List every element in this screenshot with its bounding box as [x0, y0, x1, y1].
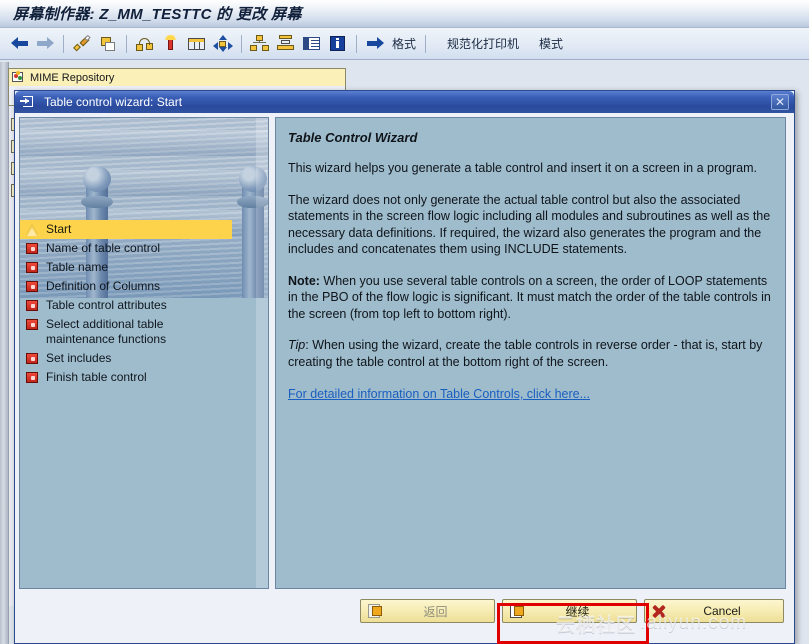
wizard-paragraph-2: The wizard does not only generate the ac… — [288, 192, 771, 257]
tab-mime-repository[interactable]: MIME Repository — [8, 68, 346, 86]
wizard-heading: Table Control Wizard — [288, 130, 418, 145]
dialog-button-row: 返回 继续 Cancel — [353, 599, 784, 623]
wizard-note-label: Note: — [288, 273, 320, 288]
wizard-note: Note: When you use several table control… — [288, 273, 774, 323]
wizard-step-label: Table control attributes — [46, 298, 167, 312]
mime-repository-icon — [12, 71, 26, 84]
close-icon[interactable]: ✕ — [771, 94, 789, 110]
background-window-rail — [0, 62, 9, 644]
dialog-footer: 返回 继续 Cancel — [19, 591, 792, 641]
wizard-step-item[interactable]: Table name — [20, 258, 248, 277]
wizard-step-label: Finish table control — [46, 370, 147, 384]
dialog-content: Start Name of table control Table name Defi… — [19, 117, 792, 589]
wizard-step-item[interactable]: Select additional table maintenance func… — [20, 315, 248, 349]
wizard-step-label: Table name — [46, 260, 109, 274]
wizard-step-item[interactable]: Set includes — [20, 349, 248, 368]
wizard-step-item[interactable]: Definition of Columns — [20, 277, 248, 296]
continue-button[interactable]: 继续 — [502, 599, 637, 623]
toolbar-printer-label[interactable]: 规范化打印机 — [443, 35, 523, 52]
table-control-icon[interactable] — [184, 32, 210, 56]
wizard-step-item[interactable]: Table control attributes — [20, 296, 248, 315]
wizard-tip: Tip: When using the wizard, create the t… — [288, 337, 774, 370]
pending-step-square-icon — [26, 242, 39, 255]
back-button[interactable]: 返回 — [360, 599, 495, 623]
wizard-pane-scrollbar[interactable] — [256, 118, 268, 588]
back-arrow-icon[interactable] — [6, 32, 32, 56]
wizard-steps-pane: Start Name of table control Table name Defi… — [19, 117, 269, 589]
pending-step-square-icon — [26, 261, 39, 274]
toolbar-separator — [63, 34, 64, 53]
wizard-step-item[interactable]: Finish table control — [20, 368, 248, 387]
tab-mime-repository-label: MIME Repository — [30, 71, 115, 84]
dialog-window-icon — [20, 96, 37, 108]
pending-step-square-icon — [26, 280, 39, 293]
wizard-step-label: Start — [46, 222, 72, 236]
forward-arrow-icon[interactable] — [32, 32, 58, 56]
table-controls-help-link[interactable]: For detailed information on Table Contro… — [288, 387, 590, 401]
app-toolbar: 格式 规范化打印机 模式 — [0, 28, 809, 60]
back-button-label: 返回 — [423, 604, 448, 619]
toolbar-mode-label[interactable]: 模式 — [535, 35, 567, 52]
continue-button-label: 继续 — [565, 604, 590, 619]
wizard-step-label: Set includes — [46, 351, 112, 365]
pending-step-square-icon — [26, 318, 39, 331]
wizard-step-item[interactable]: Name of table control — [20, 239, 248, 258]
flow-logic-icon[interactable] — [132, 32, 158, 56]
wizard-step-label: Name of table control — [46, 241, 161, 255]
pending-step-square-icon — [26, 299, 39, 312]
wizard-step-item[interactable]: Start — [20, 220, 232, 239]
pending-step-square-icon — [26, 371, 39, 384]
cancel-x-icon — [651, 604, 667, 619]
continue-document-icon — [509, 603, 525, 619]
info-icon[interactable] — [325, 32, 351, 56]
lamp-icon[interactable] — [158, 32, 184, 56]
wizard-step-list: Start Name of table control Table name Defi… — [20, 220, 248, 387]
table-control-wizard-dialog: Table control wizard: Start ✕ Start Name … — [14, 90, 795, 644]
arrange-arrows-icon[interactable] — [210, 32, 236, 56]
page-title: 屏幕制作器: Z_MM_TESTTC 的 更改 屏幕 — [13, 6, 302, 23]
grid-icon[interactable] — [299, 32, 325, 56]
wizard-paragraph-1: This wizard helps you generate a table c… — [288, 161, 758, 175]
screen-root: 屏幕制作器: Z_MM_TESTTC 的 更改 屏幕 格式 规范化打印机 模式 … — [0, 0, 809, 644]
wizard-note-text: When you use several table controls on a… — [288, 273, 771, 321]
wizard-tip-label: Tip — [288, 338, 306, 352]
format-arrow-icon[interactable] — [362, 32, 388, 56]
wizard-step-label: Definition of Columns — [46, 279, 161, 293]
pending-step-square-icon — [26, 352, 39, 365]
hierarchy-icon[interactable] — [247, 32, 273, 56]
edit-pencil-icon[interactable] — [69, 32, 95, 56]
toolbar-separator — [425, 34, 427, 53]
toolbar-format-label[interactable]: 格式 — [388, 35, 420, 52]
toolbar-separator — [241, 34, 242, 53]
back-document-icon — [367, 603, 383, 619]
dialog-title: Table control wizard: Start — [44, 95, 183, 109]
wizard-tip-text: : When using the wizard, create the tabl… — [288, 338, 763, 369]
cancel-button-label: Cancel — [703, 604, 741, 618]
wizard-description-pane: Table Control Wizard This wizard helps y… — [275, 117, 786, 589]
cancel-button[interactable]: Cancel — [644, 599, 784, 623]
copy-icon[interactable] — [95, 32, 121, 56]
wizard-step-label: Select additional table maintenance func… — [46, 317, 167, 346]
current-step-triangle-icon — [26, 223, 39, 236]
toolbar-separator — [126, 34, 127, 53]
app-titlebar: 屏幕制作器: Z_MM_TESTTC 的 更改 屏幕 — [0, 0, 809, 28]
stack-icon[interactable] — [273, 32, 299, 56]
toolbar-separator — [356, 34, 357, 53]
dialog-titlebar: Table control wizard: Start ✕ — [15, 91, 794, 113]
